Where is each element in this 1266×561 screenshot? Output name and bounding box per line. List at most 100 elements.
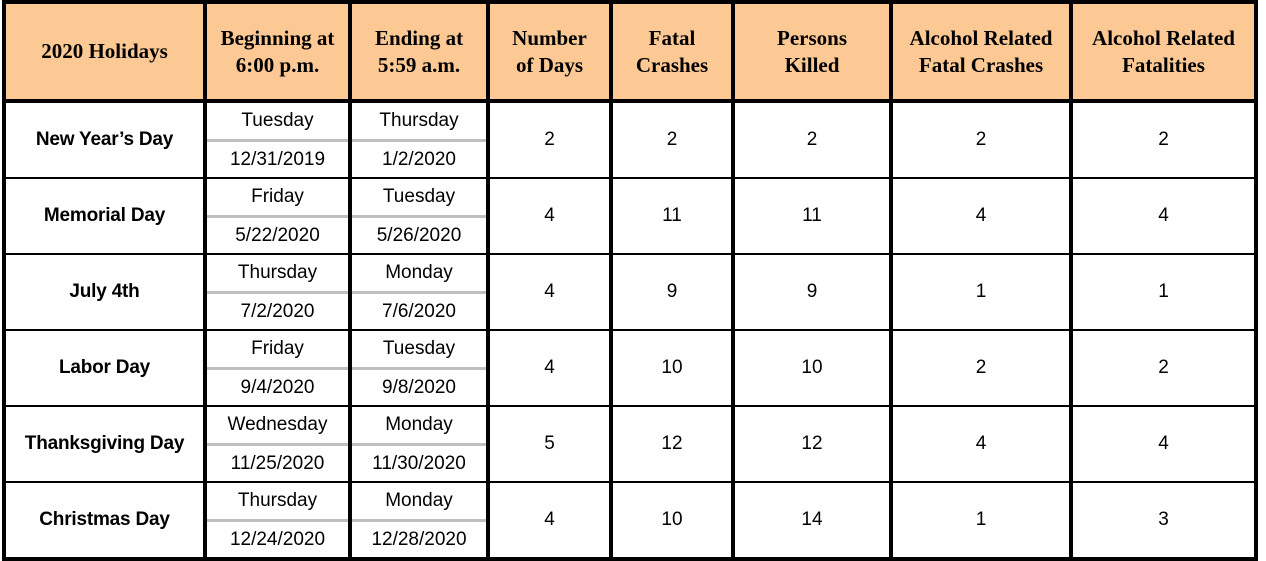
cell-holiday-name: Thanksgiving Day bbox=[4, 406, 207, 483]
column-header-beginning-line2: 6:00 p.m. bbox=[235, 52, 320, 77]
column-header-ending-line2: 5:59 a.m. bbox=[377, 52, 461, 77]
column-header-alcohol-related-fatalities-line2: Fatalities bbox=[1122, 52, 1205, 77]
ending-day-of-week: Tuesday bbox=[352, 331, 486, 370]
table-header: 2020 Holidays Beginning at 6:00 p.m. End… bbox=[4, 2, 1256, 103]
cell-ending-datetime: Monday 12/28/2020 bbox=[350, 482, 490, 559]
cell-beginning-datetime: Thursday 12/24/2020 bbox=[205, 482, 352, 559]
column-header-fatal-crashes-line2: Crashes bbox=[635, 52, 709, 77]
beginning-day-of-week: Friday bbox=[207, 331, 348, 370]
cell-number-of-days: 2 bbox=[488, 101, 613, 179]
beginning-day-of-week: Tuesday bbox=[207, 103, 348, 142]
column-header-alcohol-related-fatal-crashes-line2: Fatal Crashes bbox=[918, 52, 1044, 77]
cell-number-of-days: 4 bbox=[488, 178, 613, 255]
ending-date-stack: Tuesday 9/8/2020 bbox=[352, 331, 486, 405]
holiday-statistics-table: 2020 Holidays Beginning at 6:00 p.m. End… bbox=[2, 0, 1258, 561]
column-header-number-of-days: Number of Days bbox=[488, 2, 613, 103]
beginning-date-stack: Friday 9/4/2020 bbox=[207, 331, 348, 405]
cell-alcohol-related-fatal-crashes: 1 bbox=[891, 482, 1073, 559]
ending-day-of-week: Tuesday bbox=[352, 179, 486, 218]
column-header-holiday: 2020 Holidays bbox=[4, 2, 207, 103]
cell-alcohol-related-fatalities: 4 bbox=[1071, 406, 1256, 483]
cell-fatal-crashes: 12 bbox=[611, 406, 735, 483]
column-header-persons-killed-line1: Persons bbox=[777, 26, 847, 51]
cell-alcohol-related-fatalities: 2 bbox=[1071, 330, 1256, 407]
cell-ending-datetime: Monday 7/6/2020 bbox=[350, 254, 490, 331]
beginning-day-of-week: Thursday bbox=[207, 255, 348, 294]
table-row: Memorial Day Friday 5/22/2020 Tuesday 5/26/2… bbox=[4, 178, 1256, 255]
ending-day-of-week: Monday bbox=[352, 255, 486, 294]
cell-ending-datetime: Monday 11/30/2020 bbox=[350, 406, 490, 483]
cell-persons-killed: 14 bbox=[733, 482, 893, 559]
column-header-alcohol-related-fatal-crashes-line1: Alcohol Related bbox=[909, 26, 1053, 51]
ending-date-stack: Tuesday 5/26/2020 bbox=[352, 179, 486, 253]
beginning-day-of-week: Friday bbox=[207, 179, 348, 218]
ending-date: 9/8/2020 bbox=[382, 376, 456, 398]
column-header-fatal-crashes-line1: Fatal bbox=[648, 26, 696, 51]
table-row: Labor Day Friday 9/4/2020 Tuesday 9/8/2020 4 1… bbox=[4, 330, 1256, 407]
cell-beginning-datetime: Tuesday 12/31/2019 bbox=[205, 101, 352, 179]
column-header-alcohol-related-fatalities-line1: Alcohol Related bbox=[1092, 26, 1235, 51]
ending-day-of-week: Monday bbox=[352, 407, 486, 446]
cell-alcohol-related-fatalities: 1 bbox=[1071, 254, 1256, 331]
table-row: New Year’s Day Tuesday 12/31/2019 Thursday 1… bbox=[4, 101, 1256, 179]
holiday-statistics-table-container: 2020 Holidays Beginning at 6:00 p.m. End… bbox=[2, 0, 1258, 561]
ending-date-stack: Monday 11/30/2020 bbox=[352, 407, 486, 481]
beginning-date: 7/2/2020 bbox=[240, 300, 315, 322]
cell-beginning-datetime: Wednesday 11/25/2020 bbox=[205, 406, 352, 483]
column-header-holiday-line1: 2020 Holidays bbox=[41, 39, 168, 64]
table-row: July 4th Thursday 7/2/2020 Monday 7/6/2020 4 9… bbox=[4, 254, 1256, 331]
column-header-ending: Ending at 5:59 a.m. bbox=[350, 2, 490, 103]
beginning-date: 11/25/2020 bbox=[230, 452, 325, 474]
cell-holiday-name: July 4th bbox=[4, 254, 207, 331]
cell-beginning-datetime: Friday 9/4/2020 bbox=[205, 330, 352, 407]
cell-ending-datetime: Tuesday 5/26/2020 bbox=[350, 178, 490, 255]
ending-day-of-week: Monday bbox=[352, 483, 486, 522]
beginning-date-stack: Thursday 12/24/2020 bbox=[207, 483, 348, 557]
cell-holiday-name: Christmas Day bbox=[4, 482, 207, 559]
cell-ending-datetime: Thursday 1/2/2020 bbox=[350, 101, 490, 179]
cell-holiday-name: Memorial Day bbox=[4, 178, 207, 255]
beginning-date-stack: Tuesday 12/31/2019 bbox=[207, 103, 348, 177]
cell-persons-killed: 11 bbox=[733, 178, 893, 255]
cell-alcohol-related-fatal-crashes: 2 bbox=[891, 101, 1073, 179]
beginning-date: 12/31/2019 bbox=[229, 148, 326, 170]
cell-alcohol-related-fatal-crashes: 1 bbox=[891, 254, 1073, 331]
beginning-day-of-week: Thursday bbox=[207, 483, 348, 522]
beginning-date: 9/4/2020 bbox=[240, 376, 315, 398]
column-header-number-of-days-line2: of Days bbox=[515, 52, 584, 77]
cell-fatal-crashes: 10 bbox=[611, 330, 735, 407]
cell-persons-killed: 12 bbox=[733, 406, 893, 483]
column-header-beginning: Beginning at 6:00 p.m. bbox=[205, 2, 352, 103]
cell-fatal-crashes: 10 bbox=[611, 482, 735, 559]
column-header-persons-killed: Persons Killed bbox=[733, 2, 893, 103]
beginning-date-stack: Thursday 7/2/2020 bbox=[207, 255, 348, 329]
ending-date-stack: Monday 7/6/2020 bbox=[352, 255, 486, 329]
cell-beginning-datetime: Thursday 7/2/2020 bbox=[205, 254, 352, 331]
cell-number-of-days: 4 bbox=[488, 482, 613, 559]
ending-date: 1/2/2020 bbox=[382, 148, 456, 170]
column-header-persons-killed-line2: Killed bbox=[784, 52, 840, 77]
cell-persons-killed: 9 bbox=[733, 254, 893, 331]
cell-fatal-crashes: 11 bbox=[611, 178, 735, 255]
column-header-ending-line1: Ending at bbox=[374, 26, 464, 51]
cell-persons-killed: 10 bbox=[733, 330, 893, 407]
beginning-date-stack: Wednesday 11/25/2020 bbox=[207, 407, 348, 481]
ending-day-of-week: Thursday bbox=[352, 103, 486, 142]
cell-alcohol-related-fatalities: 4 bbox=[1071, 178, 1256, 255]
beginning-date-stack: Friday 5/22/2020 bbox=[207, 179, 348, 253]
column-header-beginning-line1: Beginning at bbox=[220, 26, 335, 51]
cell-alcohol-related-fatal-crashes: 2 bbox=[891, 330, 1073, 407]
column-header-fatal-crashes: Fatal Crashes bbox=[611, 2, 735, 103]
cell-number-of-days: 5 bbox=[488, 406, 613, 483]
cell-beginning-datetime: Friday 5/22/2020 bbox=[205, 178, 352, 255]
cell-persons-killed: 2 bbox=[733, 101, 893, 179]
cell-number-of-days: 4 bbox=[488, 254, 613, 331]
cell-fatal-crashes: 2 bbox=[611, 101, 735, 179]
table-body: New Year’s Day Tuesday 12/31/2019 Thursday 1… bbox=[4, 101, 1256, 559]
cell-alcohol-related-fatalities: 2 bbox=[1071, 101, 1256, 179]
ending-date: 11/30/2020 bbox=[372, 452, 466, 474]
table-row: Christmas Day Thursday 12/24/2020 Monday 12/… bbox=[4, 482, 1256, 559]
ending-date: 7/6/2020 bbox=[382, 300, 456, 322]
cell-ending-datetime: Tuesday 9/8/2020 bbox=[350, 330, 490, 407]
column-header-alcohol-related-fatalities: Alcohol Related Fatalities bbox=[1071, 2, 1256, 103]
